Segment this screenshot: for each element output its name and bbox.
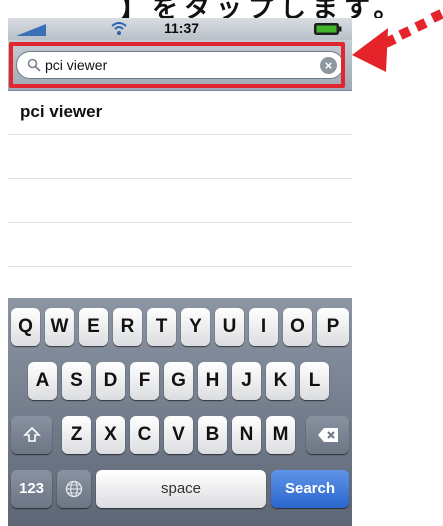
key-r[interactable]: R — [113, 308, 142, 346]
key-u[interactable]: U — [215, 308, 244, 346]
key-f[interactable]: F — [130, 362, 159, 400]
search-key[interactable]: Search — [271, 470, 349, 508]
keyboard: Q W E R T Y U I O P A S D F G H J K L Z … — [8, 298, 352, 526]
key-j[interactable]: J — [232, 362, 261, 400]
numbers-key[interactable]: 123 — [11, 470, 52, 508]
key-p[interactable]: P — [317, 308, 349, 346]
globe-icon[interactable] — [57, 470, 91, 508]
key-g[interactable]: G — [164, 362, 193, 400]
wifi-icon — [111, 22, 127, 35]
list-row-empty — [8, 179, 352, 223]
key-m[interactable]: M — [266, 416, 295, 454]
key-n[interactable]: N — [232, 416, 261, 454]
key-o[interactable]: O — [283, 308, 312, 346]
key-d[interactable]: D — [96, 362, 125, 400]
shift-icon[interactable] — [11, 416, 52, 454]
list-row-empty — [8, 223, 352, 267]
key-t[interactable]: T — [147, 308, 176, 346]
key-q[interactable]: Q — [11, 308, 40, 346]
battery-icon — [314, 23, 342, 35]
status-bar: 11:37 — [8, 18, 352, 40]
dotted-arrow-icon — [352, 9, 443, 72]
results-list: pci viewer — [8, 91, 352, 298]
signal-bars-icon — [16, 24, 46, 36]
key-b[interactable]: B — [198, 416, 227, 454]
key-i[interactable]: I — [249, 308, 278, 346]
space-key[interactable]: space — [96, 470, 266, 508]
key-l[interactable]: L — [300, 362, 329, 400]
key-x[interactable]: X — [96, 416, 125, 454]
key-w[interactable]: W — [45, 308, 74, 346]
list-item[interactable]: pci viewer — [8, 91, 352, 135]
search-highlight-box — [9, 42, 345, 88]
key-s[interactable]: S — [62, 362, 91, 400]
key-z[interactable]: Z — [62, 416, 91, 454]
phone-screen: 11:37 × pci viewer Q W E R T — [8, 18, 352, 526]
key-k[interactable]: K — [266, 362, 295, 400]
key-a[interactable]: A — [28, 362, 57, 400]
result-label: pci viewer — [20, 102, 103, 121]
key-y[interactable]: Y — [181, 308, 210, 346]
status-time: 11:37 — [164, 20, 200, 36]
key-c[interactable]: C — [130, 416, 159, 454]
key-e[interactable]: E — [79, 308, 108, 346]
key-v[interactable]: V — [164, 416, 193, 454]
delete-icon[interactable] — [306, 416, 349, 454]
list-row-empty — [8, 135, 352, 179]
key-h[interactable]: H — [198, 362, 227, 400]
